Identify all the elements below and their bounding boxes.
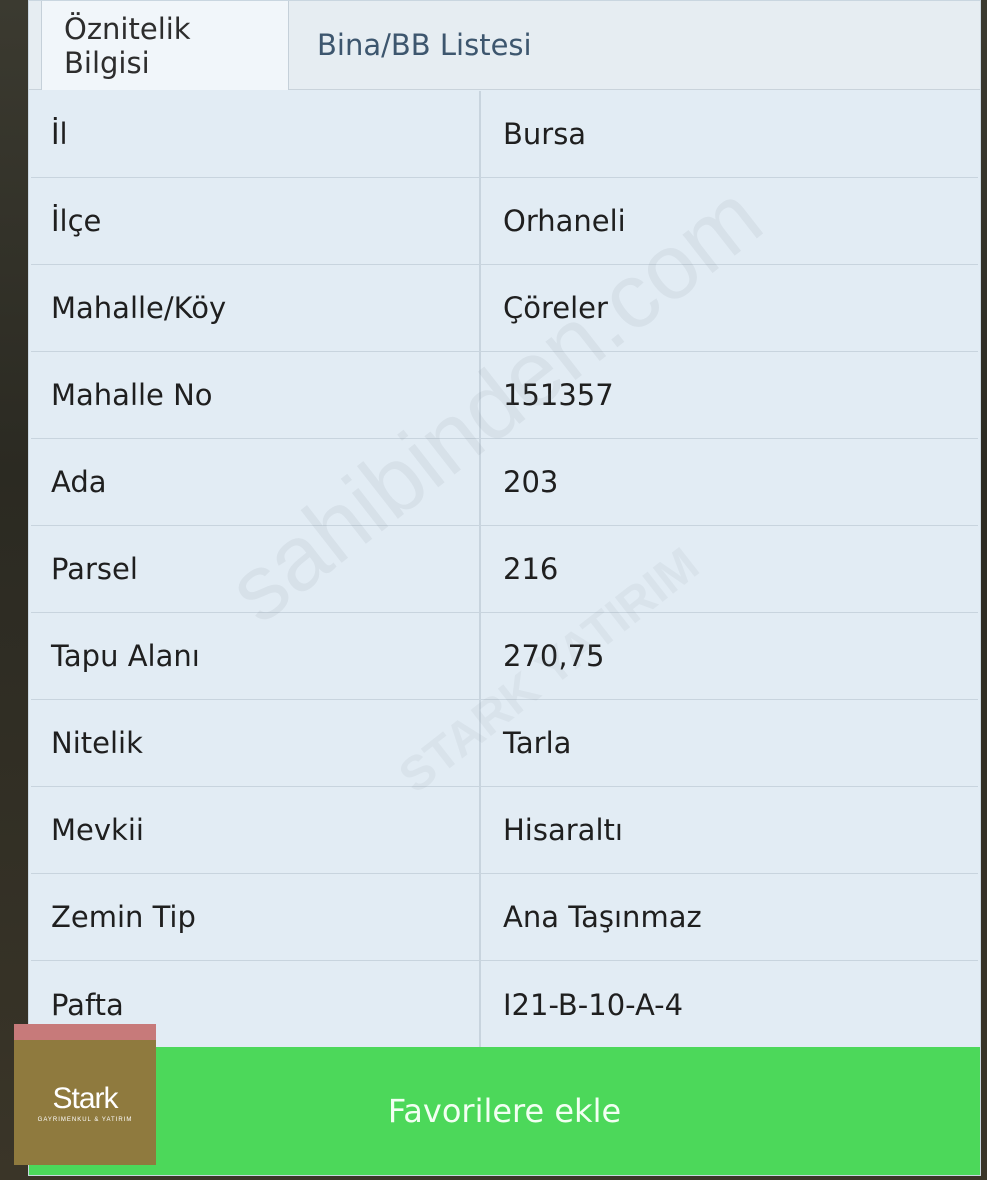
attribute-label: Mahalle No [51,378,213,412]
attribute-label: Tapu Alanı [51,639,200,673]
attribute-label: Mahalle/Köy [51,291,227,325]
column-divider [479,91,481,1047]
tab-label: Öznitelik Bilgisi [64,11,191,80]
table-row: Mevkii Hisaraltı [31,787,978,874]
table-row: İl Bursa [31,91,978,178]
attribute-value: 216 [503,552,559,586]
attribute-label: Ada [51,465,107,499]
table-row: Ada 203 [31,439,978,526]
tab-bar: Öznitelik Bilgisi Bina/BB Listesi [29,1,980,90]
attribute-label: İlçe [51,204,102,238]
table-row: Parsel 216 [31,526,978,613]
attribute-value: I21-B-10-A-4 [503,987,684,1022]
attribute-value: Çöreler [503,291,608,325]
logo-text: Stark [52,1082,118,1115]
attribute-label: Nitelik [51,726,143,760]
attribute-value: Bursa [503,117,587,151]
table-row: Pafta I21-B-10-A-4 [31,961,978,1048]
attribute-value: Ana Taşınmaz [503,900,702,934]
table-row: Tapu Alanı 270,75 [31,613,978,700]
attribute-value: 151357 [503,378,614,412]
table-row: Mahalle No 151357 [31,352,978,439]
tab-attribute-info[interactable]: Öznitelik Bilgisi [41,1,289,90]
attribute-table: İl Bursa İlçe Orhaneli Mahalle/Köy Çörel… [31,91,978,1048]
tab-label: Bina/BB Listesi [317,28,532,62]
attribute-label: İl [51,117,68,151]
add-to-favorites-label: Favorilere ekle [387,1092,622,1130]
stark-logo: Stark GAYRIMENKUL & YATIRIM [14,1024,156,1165]
attribute-label: Zemin Tip [51,900,196,934]
table-row: İlçe Orhaneli [31,178,978,265]
attribute-label: Parsel [51,552,138,586]
tab-building-list[interactable]: Bina/BB Listesi [295,1,554,89]
parcel-info-panel: Öznitelik Bilgisi Bina/BB Listesi İl Bur… [28,0,981,1176]
table-row: Zemin Tip Ana Taşınmaz [31,874,978,961]
attribute-value: 270,75 [503,639,605,673]
add-to-favorites-button[interactable]: Favorilere ekle [29,1047,980,1175]
attribute-value: Orhaneli [503,204,626,238]
attribute-label: Mevkii [51,813,144,847]
table-row: Nitelik Tarla [31,700,978,787]
table-row: Mahalle/Köy Çöreler [31,265,978,352]
attribute-value: Tarla [503,726,572,760]
logo-tagline: GAYRIMENKUL & YATIRIM [37,1117,133,1123]
attribute-value: Hisaraltı [503,813,623,847]
attribute-value: 203 [503,465,559,499]
